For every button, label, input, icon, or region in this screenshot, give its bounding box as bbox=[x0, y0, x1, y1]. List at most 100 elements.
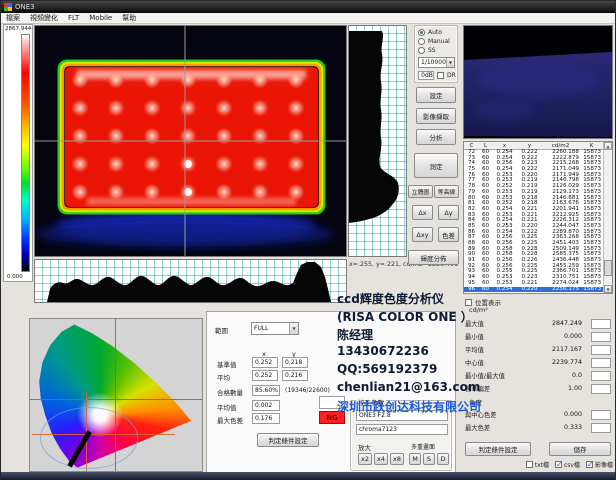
ref-x-field[interactable]: 0.252 bbox=[252, 357, 278, 368]
zoom-label: 放大 bbox=[358, 442, 371, 452]
vertical-profile bbox=[348, 25, 407, 257]
avg-diff-field: 0.002 bbox=[252, 400, 280, 411]
stat-row: 最小值0.000 bbox=[465, 330, 611, 343]
radio-option[interactable]: Manual bbox=[415, 37, 457, 46]
stat-check-box[interactable] bbox=[591, 371, 611, 381]
stat-check-box[interactable] bbox=[591, 384, 611, 394]
multi-M-button[interactable]: M bbox=[409, 453, 421, 465]
delta-x-button[interactable]: Δx bbox=[412, 205, 433, 220]
stat-check-box[interactable] bbox=[591, 332, 611, 342]
zoom-x2-button[interactable]: x2 bbox=[358, 453, 372, 465]
app-icon bbox=[4, 3, 12, 11]
scroll-down-icon[interactable]: ▼ bbox=[604, 285, 612, 293]
menu-bar: 檔案視頻變化 FLT Mobile 幫助 bbox=[1, 13, 615, 24]
menu-item[interactable]: 檔案 bbox=[6, 13, 20, 23]
luminance-dist-button[interactable]: 輝度分佈 bbox=[408, 250, 459, 265]
dr-label: DR bbox=[447, 72, 456, 79]
multi-D-button[interactable]: D bbox=[437, 453, 449, 465]
menu-item[interactable]: 視頻變化 bbox=[30, 13, 58, 23]
avg-diff-label: 平均值 bbox=[217, 402, 237, 412]
shutter-dropdown[interactable]: 1/10000 ▼ bbox=[418, 57, 455, 68]
status-bar bbox=[1, 472, 615, 480]
table-row[interactable]: 96600.2540.2202256.17515873 bbox=[464, 287, 612, 293]
ref-label: 基準值 bbox=[217, 359, 237, 369]
delta-xy-button[interactable]: Δxy bbox=[412, 227, 433, 242]
pass-count-field: 85.60% bbox=[252, 385, 280, 396]
stat-row: 與中心色差0.000 bbox=[465, 408, 611, 421]
radio-option[interactable]: SS bbox=[415, 46, 457, 55]
stat-check-box[interactable] bbox=[591, 410, 611, 420]
menu-item[interactable]: 幫助 bbox=[122, 13, 136, 23]
checkbox-icon[interactable] bbox=[586, 461, 593, 468]
measurement-table: CLxycd/m2K 72600.2540.2222260.1881587373… bbox=[463, 141, 613, 294]
stat-row: 最大色差0.333 bbox=[465, 421, 611, 434]
scrollbar-thumb[interactable] bbox=[604, 260, 612, 276]
checkbox-icon[interactable] bbox=[526, 461, 533, 468]
shutter-value: 1/10000 bbox=[421, 59, 446, 66]
judge-settings-button-right[interactable]: 判定條件設定 bbox=[465, 442, 531, 456]
settings-button[interactable]: 設定 bbox=[416, 87, 456, 103]
avg-diff-status-box bbox=[319, 396, 345, 409]
range-dropdown[interactable]: FULL ▼ bbox=[251, 322, 299, 335]
stat-check-box[interactable] bbox=[591, 319, 611, 329]
radio-icon[interactable] bbox=[418, 47, 425, 54]
gain-field[interactable]: 0dB bbox=[418, 71, 434, 80]
max-diff-label: 最大色差 bbox=[217, 415, 243, 425]
stat-row: 最大值2847.249 bbox=[465, 317, 611, 330]
chroma-stats-rows: 與中心色差0.000最大色差0.333 bbox=[465, 408, 611, 434]
title-bar[interactable]: ONE3 bbox=[1, 1, 615, 13]
avg-x-field[interactable]: 0.252 bbox=[252, 370, 278, 381]
zoom-x8-button[interactable]: x8 bbox=[390, 453, 404, 465]
camera-preview[interactable] bbox=[463, 25, 613, 139]
ref-y-field[interactable]: 0.218 bbox=[282, 357, 308, 368]
chevron-down-icon[interactable]: ▼ bbox=[289, 323, 298, 334]
pass-count-detail: (19346/22600) bbox=[285, 387, 330, 394]
dr-checkbox[interactable] bbox=[437, 72, 444, 79]
menu-item[interactable]: Mobile bbox=[89, 14, 112, 22]
colorbar-min-value: 0.000 bbox=[7, 274, 23, 280]
save-button[interactable]: 儲存 bbox=[549, 442, 611, 456]
stat-check-box[interactable] bbox=[591, 423, 611, 433]
radio-option[interactable]: Auto bbox=[415, 28, 457, 37]
zoom-x4-button[interactable]: x4 bbox=[374, 453, 388, 465]
file-format-check[interactable]: csv檔 bbox=[555, 460, 580, 469]
multi-screen-label: 多重畫面 bbox=[411, 442, 435, 451]
measure-button[interactable]: 測定 bbox=[414, 153, 458, 178]
checkbox-icon[interactable] bbox=[555, 461, 562, 468]
judgement-panel: 範圍 FULL ▼ x y 基準值 0.252 0.218 平均 0.252 0… bbox=[206, 311, 456, 473]
capture-button[interactable]: 影像擷取 bbox=[416, 108, 456, 124]
app-window: ONE3 檔案視頻變化 FLT Mobile 幫助 2867.944 0.000 bbox=[0, 0, 616, 480]
calib-param2-field[interactable]: chroma7123 bbox=[356, 424, 448, 435]
analyze-button[interactable]: 分析 bbox=[416, 129, 456, 145]
horizontal-profile bbox=[34, 259, 347, 303]
table-scrollbar[interactable]: ▲ ▼ bbox=[603, 142, 612, 293]
avg-y-field[interactable]: 0.216 bbox=[282, 370, 308, 381]
stat-row: 平均值2117.167 bbox=[465, 343, 611, 356]
position-display-checkbox[interactable] bbox=[465, 299, 472, 306]
radio-icon[interactable] bbox=[418, 38, 425, 45]
stat-row: 中心值2239.774 bbox=[465, 356, 611, 369]
cie-crosshair-horizontal bbox=[30, 399, 202, 400]
chroma-group-title: 色度 bbox=[469, 397, 482, 407]
stat-row: 最小值/最大值0.0 bbox=[465, 369, 611, 382]
judge-settings-button[interactable]: 判定條件設定 bbox=[257, 433, 319, 447]
calib-param1-field[interactable]: ONE3 F2.8 bbox=[356, 410, 448, 421]
chevron-down-icon[interactable]: ▼ bbox=[446, 58, 454, 67]
cie-diagram-panel[interactable] bbox=[29, 318, 203, 472]
stat-check-box[interactable] bbox=[591, 358, 611, 368]
thermal-map bbox=[35, 26, 346, 256]
luminance-colorbar: 2867.944 0.000 bbox=[3, 24, 33, 282]
multi-S-button[interactable]: S bbox=[423, 453, 435, 465]
file-format-check[interactable]: txt檔 bbox=[526, 460, 549, 469]
menu-item[interactable]: FLT bbox=[68, 14, 79, 22]
stat-check-box[interactable] bbox=[591, 345, 611, 355]
scroll-up-icon[interactable]: ▲ bbox=[604, 142, 612, 150]
file-format-check[interactable]: 影像檔 bbox=[586, 460, 613, 469]
color-diff-button[interactable]: 色差 bbox=[438, 227, 459, 242]
cie-tolerance-circle bbox=[40, 407, 138, 469]
radio-icon[interactable] bbox=[418, 29, 425, 36]
contour-button[interactable]: 等高線 bbox=[434, 185, 459, 198]
surface-3d-button[interactable]: 立體圖 bbox=[408, 185, 433, 198]
delta-y-button[interactable]: Δy bbox=[438, 205, 459, 220]
luminance-image[interactable] bbox=[34, 25, 347, 257]
